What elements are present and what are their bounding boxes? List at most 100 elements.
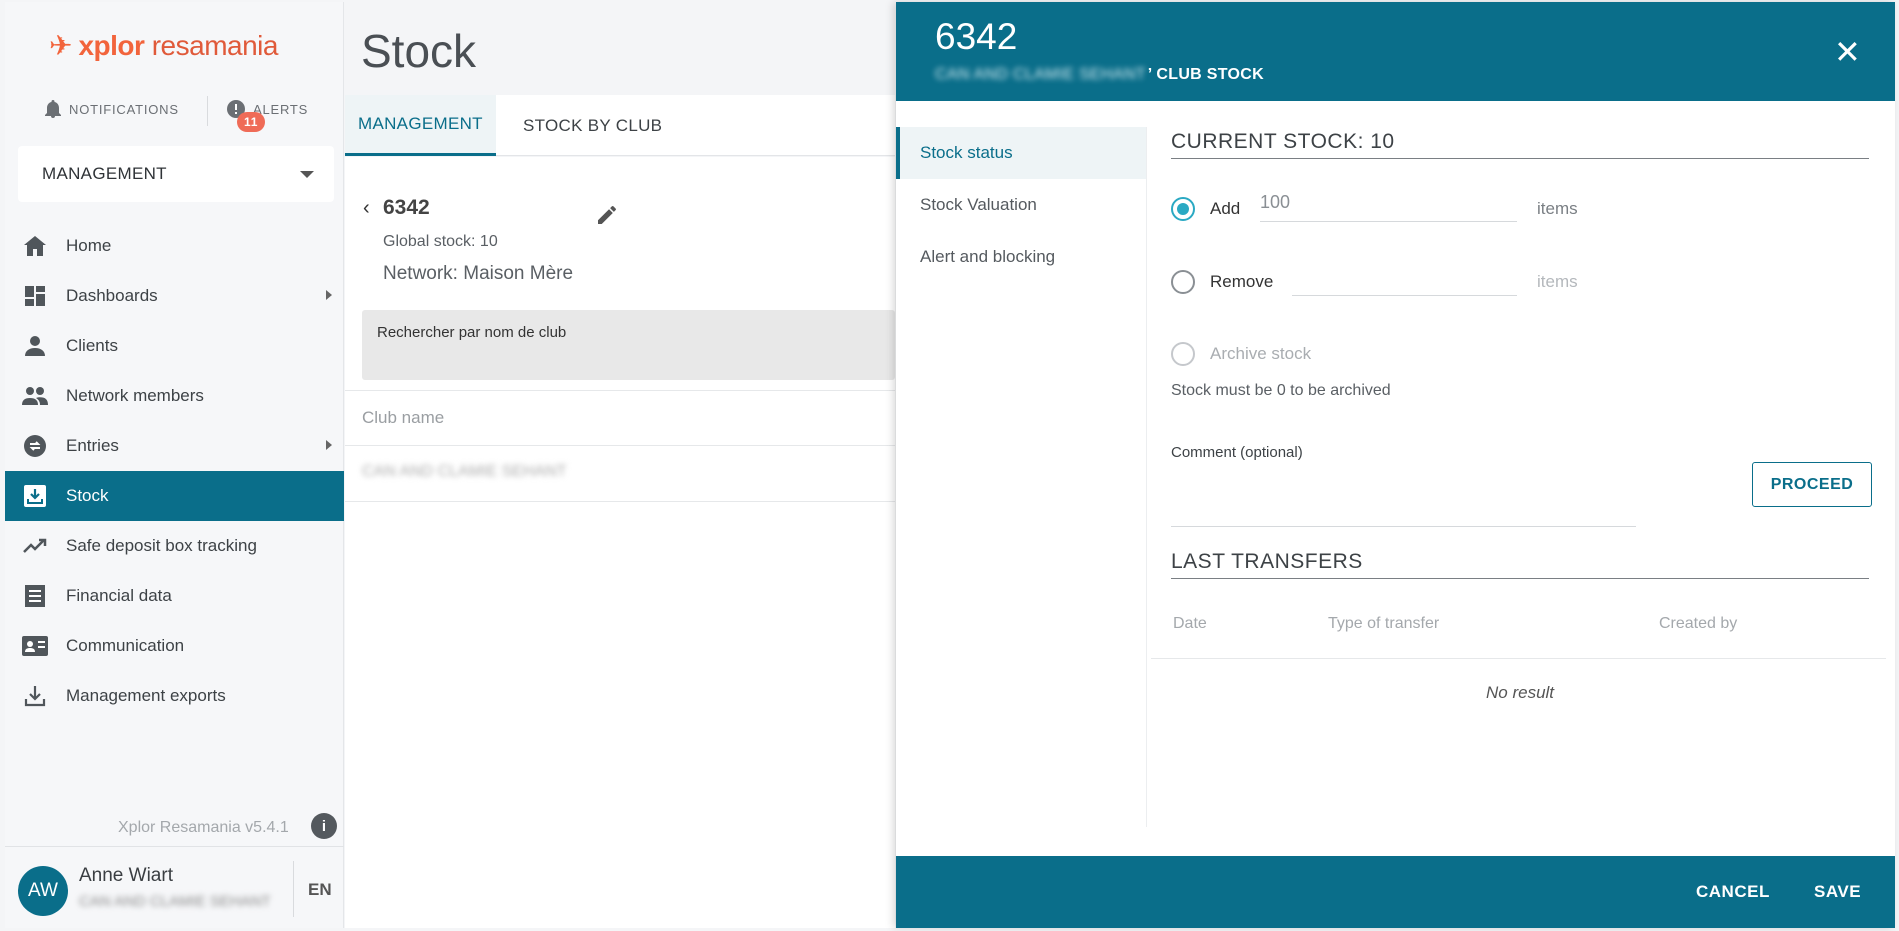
last-transfers-heading: LAST TRANSFERS — [1171, 550, 1869, 579]
archive-hint: Stock must be 0 to be archived — [1171, 382, 1391, 399]
add-label: Add — [1210, 199, 1241, 218]
no-result-text: No result — [1486, 683, 1555, 702]
pencil-icon[interactable] — [595, 203, 619, 232]
top-actions: NOTIFICATIONS ALERTS 11 — [5, 92, 344, 132]
bell-icon — [45, 100, 61, 118]
row-club-name: CAN AND CLAMIE SEHANT — [362, 463, 567, 480]
sidebar-item-label: Safe deposit box tracking — [66, 536, 257, 555]
trend-icon — [22, 533, 48, 559]
radio-checked — [1171, 197, 1195, 221]
table-header: Club name — [345, 390, 895, 446]
stock-icon — [22, 483, 48, 509]
club-search-input[interactable]: Rechercher par nom de club — [362, 310, 895, 380]
contact-card-icon — [22, 633, 48, 659]
club-stock-panel: 6342 CAN AND CLAMIE SEHANT’ CLUB STOCK ✕… — [896, 2, 1895, 928]
sidebar-item-network-members[interactable]: Network members — [5, 371, 344, 421]
avatar[interactable]: AW — [18, 866, 68, 916]
sidebar-item-home[interactable]: Home — [5, 221, 344, 271]
panel-divider — [1146, 127, 1147, 827]
stock-detail: ‹ 6342 Global stock: 10 Network: Maison … — [345, 157, 895, 928]
people-icon — [22, 383, 48, 409]
logo-product: resamania — [151, 30, 279, 61]
sidebar-nav: Home Dashboards Clients Network members … — [5, 221, 344, 721]
user-club: CAN AND CLAMIE SEHANT — [79, 893, 271, 910]
info-icon[interactable]: i — [311, 813, 337, 839]
sidebar-item-label: Entries — [66, 436, 119, 455]
sidebar-item-management-exports[interactable]: Management exports — [5, 671, 344, 721]
sidebar-item-label: Clients — [66, 336, 118, 355]
column-created-by[interactable]: Created by — [1659, 615, 1737, 633]
person-icon — [22, 333, 48, 359]
save-button[interactable]: SAVE — [1814, 882, 1861, 902]
add-radio[interactable]: Add — [1171, 197, 1240, 221]
sidebar-item-entries[interactable]: Entries — [5, 421, 344, 471]
tab-stock-by-club[interactable]: STOCK BY CLUB — [523, 95, 662, 156]
page-title: Stock — [361, 25, 477, 77]
sidebar: ✈ xplor resamania NOTIFICATIONS ALERTS 1… — [5, 2, 344, 928]
column-date[interactable]: Date — [1173, 615, 1207, 633]
home-icon — [22, 233, 48, 259]
alerts-button[interactable]: ALERTS 11 — [227, 100, 308, 132]
remove-label: Remove — [1210, 272, 1274, 291]
dashboard-icon — [22, 283, 48, 309]
product-code: 6342 — [383, 196, 430, 219]
download-icon — [22, 683, 48, 709]
sidebar-item-safe-deposit-box-tracking[interactable]: Safe deposit box tracking — [5, 521, 344, 571]
panel-nav-alert-blocking[interactable]: Alert and blocking — [896, 231, 1146, 283]
panel-nav-stock-status[interactable]: Stock status — [896, 127, 1146, 179]
sidebar-item-label: Home — [66, 236, 112, 255]
notifications-button[interactable]: NOTIFICATIONS — [45, 100, 179, 118]
tab-management[interactable]: MANAGEMENT — [345, 95, 496, 156]
logo: ✈ xplor resamania — [49, 30, 278, 62]
panel-header: 6342 CAN AND CLAMIE SEHANT’ CLUB STOCK ✕ — [896, 2, 1895, 101]
comment-label: Comment (optional) — [1171, 444, 1303, 461]
global-stock: Global stock: 10 — [383, 233, 498, 250]
remove-radio[interactable]: Remove — [1171, 270, 1273, 294]
rocket-logo-icon: ✈ — [49, 30, 73, 61]
network-label: Network: Maison Mère — [383, 263, 574, 284]
panel-subtitle-club: CAN AND CLAMIE SEHANT — [935, 66, 1146, 83]
cancel-button[interactable]: CANCEL — [1696, 882, 1770, 902]
remove-quantity-input[interactable] — [1292, 262, 1517, 296]
sidebar-item-label: Financial data — [66, 586, 172, 605]
logo-brand: xplor — [78, 30, 145, 61]
panel-subtitle: CAN AND CLAMIE SEHANT’ CLUB STOCK — [935, 66, 1264, 84]
sidebar-item-label: Communication — [66, 636, 185, 655]
comment-input[interactable] — [1171, 526, 1636, 527]
alerts-count-badge: 11 — [237, 112, 266, 132]
sidebar-item-financial-data[interactable]: Financial data — [5, 571, 344, 621]
logo-text: xplor resamania — [78, 30, 279, 62]
current-stock-heading: CURRENT STOCK: 10 — [1171, 130, 1869, 159]
space-selector-value: MANAGEMENT — [42, 164, 167, 183]
add-quantity-input[interactable]: 100 — [1260, 188, 1517, 222]
sidebar-item-clients[interactable]: Clients — [5, 321, 344, 371]
panel-nav: Stock status Stock Valuation Alert and b… — [896, 127, 1146, 283]
user-bar: AW Anne Wiart CAN AND CLAMIE SEHANT EN — [5, 846, 344, 928]
column-type-of-transfer[interactable]: Type of transfer — [1328, 615, 1439, 633]
radio-disabled — [1171, 342, 1195, 366]
space-selector[interactable]: MANAGEMENT — [18, 146, 334, 202]
chevron-right-icon — [326, 290, 332, 300]
app-version: Xplor Resamania v5.4.1 — [118, 819, 289, 836]
archive-radio[interactable]: Archive stock — [1171, 342, 1311, 366]
sidebar-item-stock[interactable]: Stock — [5, 471, 344, 521]
sidebar-item-dashboards[interactable]: Dashboards — [5, 271, 344, 321]
sidebar-item-label: Management exports — [66, 686, 226, 705]
main-content: Stock MANAGEMENT STOCK BY CLUB ‹ 6342 Gl… — [345, 2, 895, 928]
tab-bar: MANAGEMENT STOCK BY CLUB — [345, 95, 895, 156]
column-club-name[interactable]: Club name — [362, 408, 444, 428]
remove-items-unit: items — [1537, 272, 1578, 291]
table-row[interactable]: CAN AND CLAMIE SEHANT — [345, 446, 895, 502]
panel-footer: CANCEL SAVE — [896, 856, 1895, 928]
panel-nav-stock-valuation[interactable]: Stock Valuation — [896, 179, 1146, 231]
close-icon[interactable]: ✕ — [1834, 36, 1861, 68]
proceed-button[interactable]: PROCEED — [1752, 462, 1872, 507]
table-divider — [1151, 658, 1886, 659]
sidebar-item-communication[interactable]: Communication — [5, 621, 344, 671]
language-switch[interactable]: EN — [308, 880, 332, 900]
swap-icon — [22, 433, 48, 459]
archive-label: Archive stock — [1210, 344, 1312, 363]
sidebar-item-label: Network members — [66, 386, 204, 405]
sidebar-item-label: Stock — [66, 486, 109, 505]
back-chevron-icon[interactable]: ‹ — [363, 197, 370, 220]
